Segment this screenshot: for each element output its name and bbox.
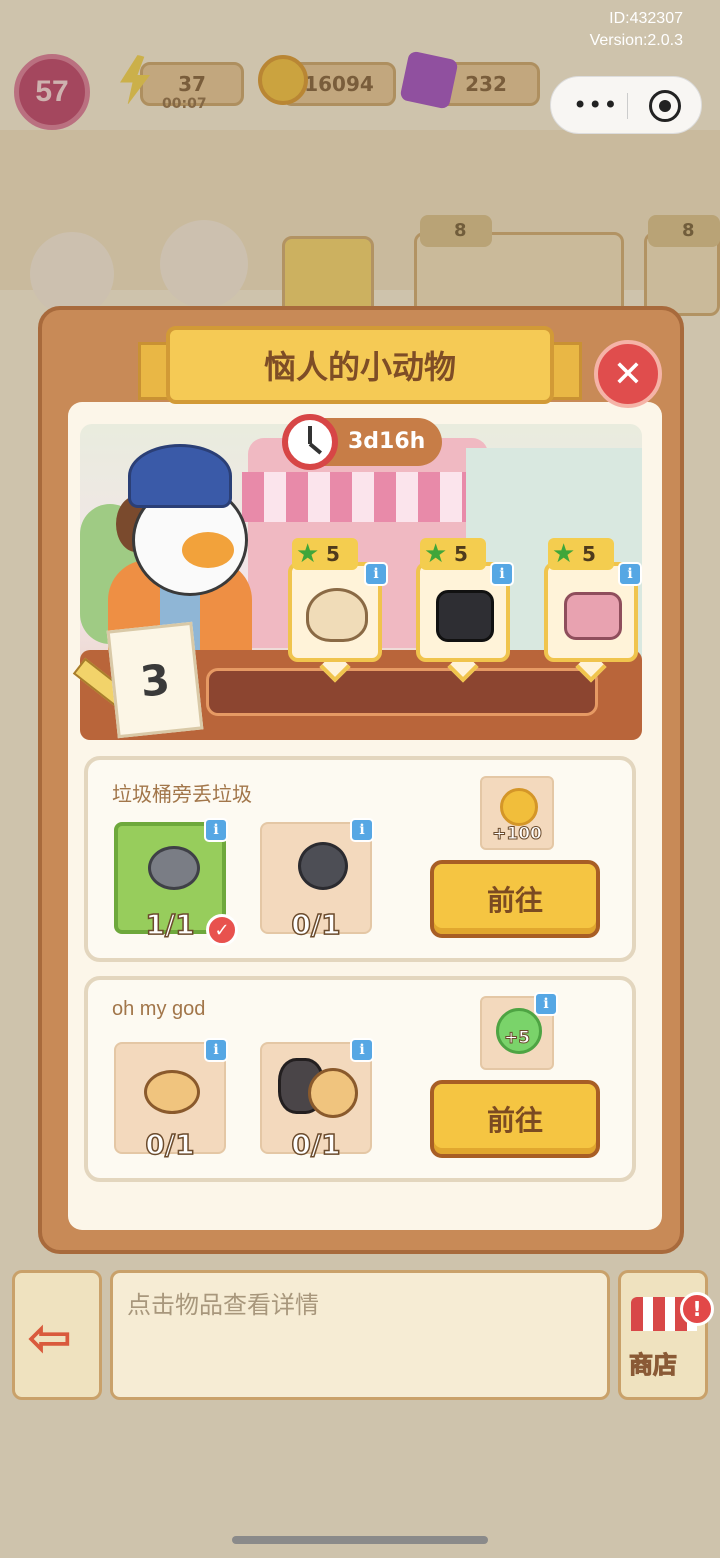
task-card-1: 垃圾桶旁丢垃圾 i 1/1 ✓ i 0/1 +100 前往 xyxy=(84,756,636,962)
duck-beak xyxy=(182,532,234,568)
info-icon[interactable]: i xyxy=(204,818,228,842)
miniprogram-capsule: ••• xyxy=(550,76,702,134)
go-button[interactable]: 前往 xyxy=(430,860,600,938)
item-detail-placeholder: 点击物品查看详情 xyxy=(127,1292,319,1319)
capsule-divider xyxy=(627,93,628,119)
info-icon[interactable]: i xyxy=(350,818,374,842)
task-slot-count: 0/1 xyxy=(145,1127,196,1162)
clock-icon xyxy=(282,414,338,470)
task-slot-count: 0/1 xyxy=(291,907,342,942)
snail-cat-icon xyxy=(298,842,348,890)
progress-bar-track xyxy=(206,668,598,716)
task-title: 垃圾桶旁丢垃圾 xyxy=(112,784,252,806)
build-info: ID:432307 Version:2.0.3 xyxy=(590,8,683,52)
reward-amount: +5 xyxy=(503,1028,531,1049)
scene-awning xyxy=(242,472,492,522)
green-star-icon: ★ xyxy=(296,539,320,569)
shop-button[interactable]: 商店 xyxy=(618,1270,708,1400)
info-icon[interactable]: i xyxy=(618,562,642,586)
pink-bag-icon xyxy=(564,592,622,640)
hamster-icon xyxy=(144,1070,200,1114)
info-icon[interactable]: i xyxy=(204,1038,228,1062)
modal-title: 恼人的小动物 xyxy=(166,326,554,404)
exit-door-arrow-icon: ⇦ xyxy=(27,1306,73,1369)
go-button[interactable]: 前往 xyxy=(430,1080,600,1158)
info-icon[interactable]: i xyxy=(364,562,388,586)
reward-amount: +100 xyxy=(492,824,543,845)
info-icon[interactable]: i xyxy=(490,562,514,586)
version-text: Version:2.0.3 xyxy=(589,32,683,49)
close-button[interactable]: ✕ xyxy=(594,340,662,408)
item-detail-box: 点击物品查看详情 xyxy=(110,1270,610,1400)
reward-box: +100 xyxy=(480,776,554,850)
green-star-icon: ★ xyxy=(424,539,448,569)
info-icon[interactable]: i xyxy=(350,1038,374,1062)
task-slot-count: 0/1 xyxy=(291,1127,342,1162)
gold-coin-icon xyxy=(500,788,538,826)
shop-label: 商店 xyxy=(629,1351,678,1380)
user-id-text: ID:432307 xyxy=(609,10,683,27)
target-circle-icon[interactable] xyxy=(649,90,681,122)
home-indicator[interactable] xyxy=(232,1536,488,1544)
progress-note: 3 xyxy=(106,621,204,739)
info-icon[interactable]: i xyxy=(534,992,558,1016)
beige-bag-icon xyxy=(306,588,368,642)
green-star-icon: ★ xyxy=(552,539,576,569)
checkmark-icon: ✓ xyxy=(206,914,238,946)
snail-hamster-icon xyxy=(148,846,200,890)
alert-badge-icon: ! xyxy=(680,1292,714,1326)
close-x-icon: ✕ xyxy=(612,353,644,395)
task-title: oh my god xyxy=(112,998,206,1020)
more-dots-icon[interactable]: ••• xyxy=(573,93,618,117)
hamster-icon xyxy=(308,1068,358,1118)
black-bag-icon xyxy=(436,590,494,642)
exit-button[interactable]: ⇦ xyxy=(12,1270,102,1400)
task-card-2: oh my god i 0/1 i 0/1 +5 i 前往 xyxy=(84,976,636,1182)
duck-police-cap xyxy=(128,444,232,508)
